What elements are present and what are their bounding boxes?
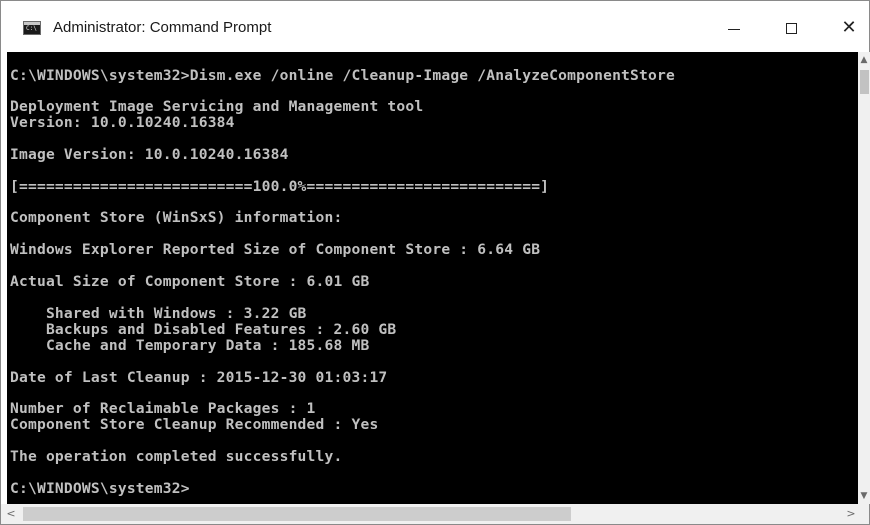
console-line: Component Store Cleanup Recommended : Ye…	[10, 416, 379, 433]
console-line: The operation completed successfully.	[10, 448, 343, 465]
console-line: Number of Reclaimable Packages : 1	[10, 400, 316, 417]
console-line: Windows Explorer Reported Size of Compon…	[10, 241, 541, 258]
scroll-up-icon[interactable]: ▲	[858, 54, 870, 66]
vertical-scrollbar[interactable]: ▲ ▼	[858, 52, 870, 504]
scroll-left-icon[interactable]: <	[3, 504, 19, 524]
minimize-button[interactable]	[704, 7, 764, 49]
console-line: Deployment Image Servicing and Managemen…	[10, 98, 424, 115]
console-line: Backups and Disabled Features : 2.60 GB	[10, 321, 397, 338]
console-line: C:\WINDOWS\system32>Dism.exe /online /Cl…	[10, 67, 675, 84]
console-line: Shared with Windows : 3.22 GB	[10, 305, 307, 322]
title-bar[interactable]: Administrator: Command Prompt ✕	[1, 1, 869, 52]
console-line: Cache and Temporary Data : 185.68 MB	[10, 337, 370, 354]
minimize-icon	[728, 28, 740, 30]
close-button[interactable]: ✕	[819, 7, 870, 49]
maximize-icon	[785, 22, 797, 34]
console-line: Version: 10.0.10240.16384	[10, 114, 235, 131]
maximize-button[interactable]	[761, 7, 821, 49]
horizontal-scroll-thumb[interactable]	[23, 507, 571, 521]
console-line: Component Store (WinSxS) information:	[10, 209, 343, 226]
scroll-right-icon[interactable]: >	[843, 504, 859, 524]
close-icon: ✕	[841, 17, 857, 38]
window-title: Administrator: Command Prompt	[53, 19, 272, 36]
console-line: C:\WINDOWS\system32>	[10, 480, 190, 497]
command-prompt-icon[interactable]	[23, 21, 41, 35]
console-line: [==========================100.0%=======…	[10, 178, 550, 195]
horizontal-scrollbar[interactable]: < >	[1, 504, 869, 524]
vertical-scroll-thumb[interactable]	[860, 70, 869, 94]
console-output[interactable]: C:\WINDOWS\system32>Dism.exe /online /Cl…	[7, 52, 858, 504]
console-line: Image Version: 10.0.10240.16384	[10, 146, 289, 163]
console-line: Actual Size of Component Store : 6.01 GB	[10, 273, 370, 290]
command-prompt-window: Administrator: Command Prompt ✕ C:\WINDO…	[0, 0, 870, 525]
console-line: Date of Last Cleanup : 2015-12-30 01:03:…	[10, 369, 388, 386]
scroll-down-icon[interactable]: ▼	[858, 490, 870, 502]
